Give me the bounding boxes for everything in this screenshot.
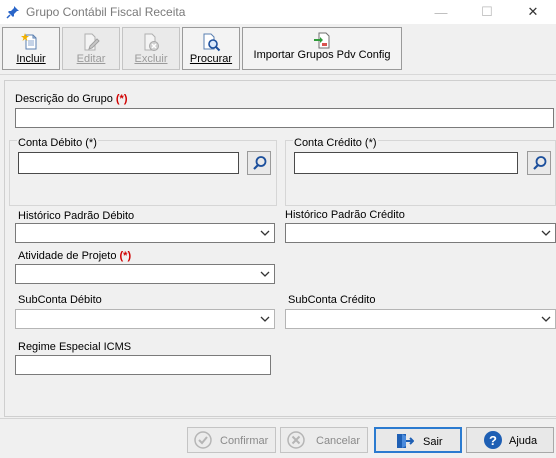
search-icon	[533, 156, 547, 170]
search-icon	[253, 156, 267, 170]
chevron-down-icon	[260, 316, 270, 322]
minimize-icon: —	[434, 4, 448, 20]
close-icon: ✕	[527, 4, 539, 19]
historico-credito-select[interactable]	[285, 223, 556, 243]
procurar-button[interactable]: Procurar	[182, 27, 240, 70]
pin-icon	[6, 6, 19, 19]
descricao-label: Descrição do Grupo (*)	[15, 93, 128, 105]
search-document-icon	[203, 33, 221, 52]
help-icon: ?	[484, 431, 502, 449]
subconta-credito-select[interactable]	[285, 309, 556, 329]
footer-bar: Confirmar Cancelar Sair ? Ajuda	[0, 418, 556, 458]
import-icon	[314, 32, 330, 49]
regime-input[interactable]	[15, 355, 271, 375]
atividade-select[interactable]	[15, 264, 275, 284]
subconta-debito-label: SubConta Débito	[18, 294, 102, 306]
conta-credito-search-button[interactable]	[527, 151, 551, 175]
conta-debito-label: Conta Débito (*)	[17, 137, 98, 149]
sair-button[interactable]: Sair	[374, 427, 462, 453]
importar-label: Importar Grupos Pdv Config	[253, 49, 391, 61]
sair-label: Sair	[423, 436, 443, 448]
chevron-down-icon	[541, 230, 551, 236]
subconta-credito-label: SubConta Crédito	[288, 294, 376, 306]
maximize-icon: ☐	[481, 4, 493, 19]
conta-debito-input[interactable]	[18, 152, 239, 174]
window-title: Grupo Contábil Fiscal Receita	[26, 5, 186, 19]
procurar-label: Procurar	[189, 53, 233, 65]
chevron-down-icon	[541, 316, 551, 322]
incluir-button[interactable]: Incluir	[2, 27, 60, 70]
editar-label: Editar	[76, 53, 106, 65]
descricao-input[interactable]	[15, 108, 554, 128]
historico-debito-select[interactable]	[15, 223, 275, 243]
title-bar: Grupo Contábil Fiscal Receita — ☐ ✕	[0, 0, 556, 24]
editar-button[interactable]: Editar	[62, 27, 120, 70]
conta-credito-label: Conta Crédito (*)	[293, 137, 378, 149]
cancelar-label: Cancelar	[316, 435, 361, 447]
subconta-debito-select[interactable]	[15, 309, 275, 329]
excluir-button[interactable]: Excluir	[122, 27, 180, 70]
close-button[interactable]: ✕	[510, 0, 556, 24]
check-icon	[194, 431, 212, 449]
conta-credito-input[interactable]	[294, 152, 518, 174]
incluir-label: Incluir	[16, 53, 46, 65]
regime-label: Regime Especial ICMS	[18, 341, 132, 353]
importar-button[interactable]: Importar Grupos Pdv Config	[242, 27, 402, 70]
chevron-down-icon	[260, 271, 270, 277]
confirmar-button[interactable]: Confirmar	[187, 427, 276, 453]
chevron-down-icon	[260, 230, 270, 236]
required-mark: (*)	[119, 250, 132, 262]
confirmar-label: Confirmar	[220, 435, 269, 447]
edit-document-icon	[84, 33, 100, 51]
ajuda-button[interactable]: ? Ajuda	[466, 427, 554, 453]
exit-icon	[397, 434, 414, 448]
excluir-label: Excluir	[134, 53, 168, 65]
delete-document-icon	[144, 33, 159, 51]
new-document-icon	[21, 33, 37, 50]
toolbar: Incluir Editar Excluir Procurar Importar…	[0, 24, 556, 75]
atividade-label: Atividade de Projeto (*)	[18, 250, 132, 262]
svg-text:?: ?	[489, 433, 497, 448]
required-mark: (*)	[115, 93, 128, 105]
conta-debito-search-button[interactable]	[247, 151, 271, 175]
historico-debito-label: Histórico Padrão Débito	[18, 210, 135, 222]
cancel-icon	[287, 431, 305, 449]
ajuda-label: Ajuda	[509, 435, 538, 447]
maximize-button[interactable]: ☐	[464, 0, 510, 24]
cancelar-button[interactable]: Cancelar	[280, 427, 368, 453]
minimize-button[interactable]: —	[418, 0, 464, 24]
historico-credito-label: Histórico Padrão Crédito	[285, 209, 405, 221]
